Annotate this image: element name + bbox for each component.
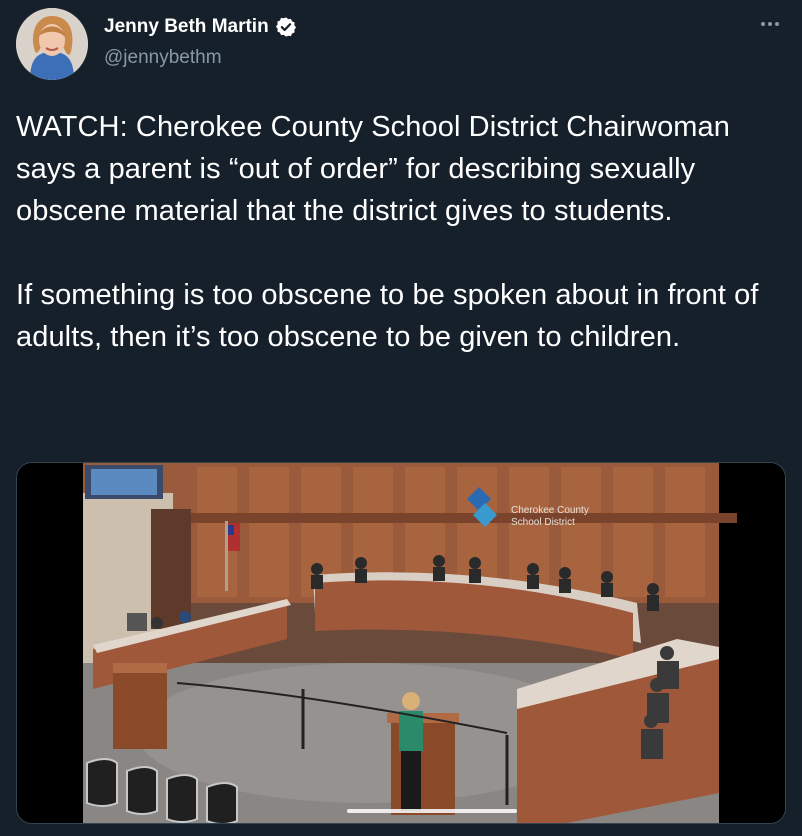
- tweet-card: Jenny Beth Martin @jennybethm WATCH: Che…: [0, 0, 802, 836]
- avatar[interactable]: [16, 8, 88, 80]
- district-sign-line-2: School District: [511, 517, 575, 528]
- tweet-text: WATCH: Cherokee County School District C…: [16, 106, 788, 358]
- more-horizontal-icon[interactable]: [756, 12, 784, 36]
- video-player[interactable]: Cherokee County School District: [16, 462, 786, 824]
- author-name-row[interactable]: Jenny Beth Martin: [104, 16, 297, 38]
- author-handle[interactable]: @jennybethm: [104, 47, 222, 69]
- tweet-paragraph-1: WATCH: Cherokee County School District C…: [16, 111, 731, 227]
- avatar-photo: [16, 8, 88, 80]
- tweet-paragraph-2: If something is too obscene to be spoken…: [16, 279, 759, 353]
- district-sign-line-1: Cherokee County: [511, 505, 589, 516]
- display-name[interactable]: Jenny Beth Martin: [104, 16, 269, 38]
- video-frame: Cherokee County School District: [17, 463, 785, 823]
- video-progress-bar[interactable]: [347, 809, 517, 813]
- verified-badge-icon: [275, 17, 296, 37]
